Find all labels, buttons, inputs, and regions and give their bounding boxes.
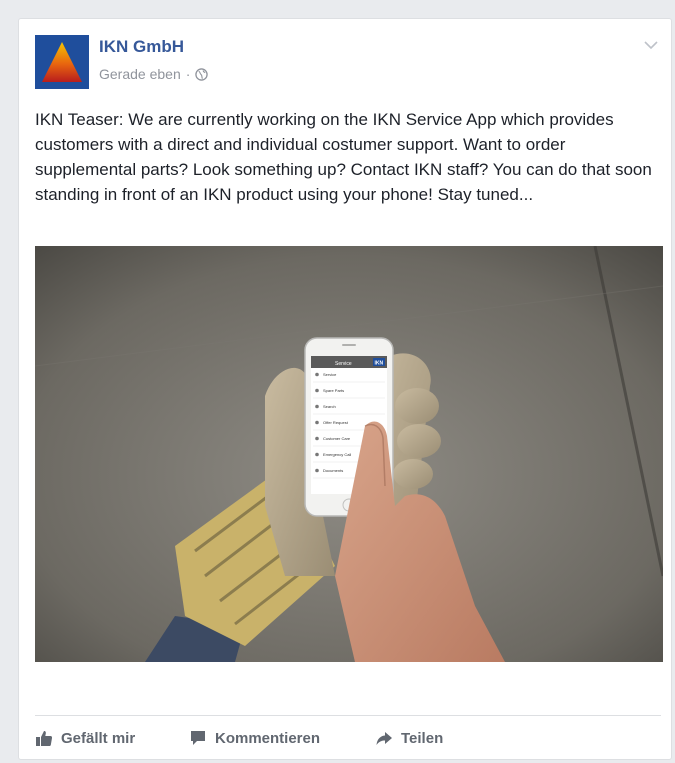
post-author[interactable]: IKN GmbH — [99, 37, 184, 57]
ikn-logo-avatar[interactable] — [35, 35, 89, 89]
share-label: Teilen — [401, 729, 444, 747]
phone-title: Service — [335, 361, 352, 367]
meta-separator: · — [185, 66, 191, 82]
divider — [35, 715, 661, 716]
like-label: Gefällt mir — [61, 729, 136, 747]
phone-menu-icon — [315, 404, 319, 409]
share-icon — [376, 732, 392, 745]
phone-menu-item: Documents — [323, 468, 343, 473]
thumbs-up-icon — [36, 731, 53, 746]
post-meta: Gerade eben · — [99, 66, 209, 82]
phone-menu-item: Offer Request — [323, 420, 349, 425]
comment-button[interactable]: Kommentieren — [189, 723, 320, 753]
post-photo[interactable]: Service IKN Service Spare Parts Search Offe… — [35, 246, 663, 662]
comment-label: Kommentieren — [215, 729, 321, 747]
post-card: IKN GmbH Gerade eben · IKN Teaser: We ar… — [18, 18, 672, 760]
phone-menu-icon — [315, 420, 319, 425]
phone-menu-icon — [315, 388, 319, 393]
phone-brand: IKN — [375, 361, 384, 367]
chevron-down-icon[interactable] — [643, 39, 659, 51]
phone-menu-item: Search — [323, 404, 336, 409]
post-timestamp[interactable]: Gerade eben — [99, 66, 181, 82]
phone-menu-icon — [315, 468, 319, 473]
share-button[interactable]: Teilen — [375, 723, 443, 753]
phone-menu-icon — [315, 372, 319, 377]
phone-menu-icon — [315, 452, 319, 457]
comment-icon — [191, 731, 205, 745]
phone-menu-item: Service — [323, 372, 337, 377]
like-button[interactable]: Gefällt mir — [35, 723, 135, 753]
phone-menu-item: Customer Care — [323, 436, 351, 441]
phone-menu-item: Spare Parts — [323, 388, 344, 393]
phone-menu-item: Emergency Call — [323, 452, 351, 457]
post-text: IKN Teaser: We are currently working on … — [35, 110, 652, 204]
phone-menu-icon — [315, 436, 319, 441]
globe-icon[interactable] — [195, 67, 209, 81]
